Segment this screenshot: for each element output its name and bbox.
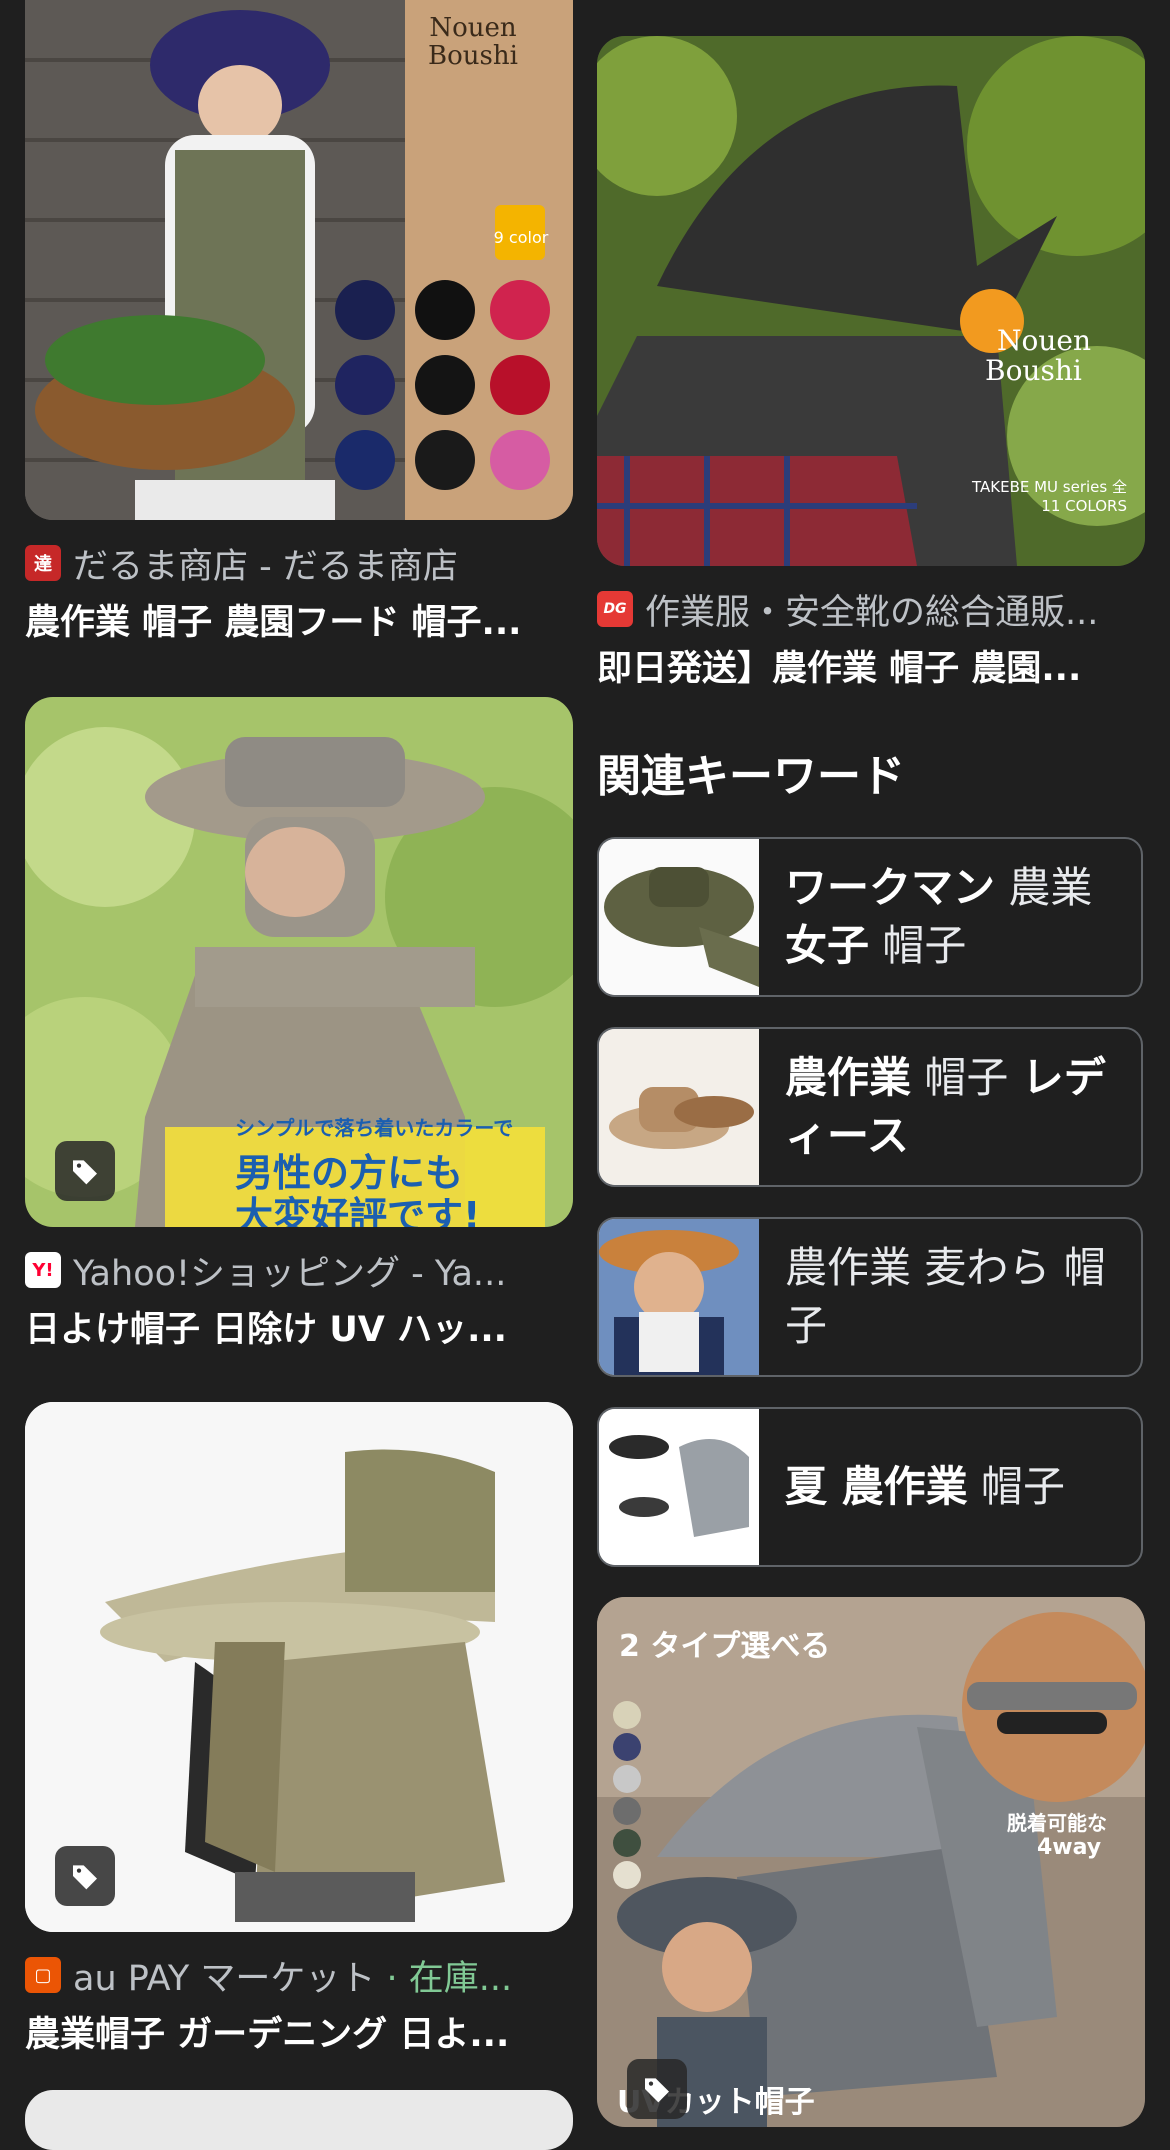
tag-icon (73, 1160, 97, 1185)
result-title[interactable]: 即日発送】農作業 帽子 農園... (597, 640, 1145, 691)
related-keyword-summer[interactable]: 夏 農作業 帽子 (597, 1407, 1143, 1567)
yahoo-icon: Y! (25, 1252, 61, 1288)
related-keyword-workman[interactable]: ワークマン 農業 女子 帽子 (597, 837, 1143, 997)
image-caption: シンプルで落ち着いたカラーで (235, 1116, 514, 1140)
image-caption: 脱着可能な (1007, 1811, 1107, 1835)
related-keyword-ladies[interactable]: 農作業 帽子 レディース (597, 1027, 1143, 1187)
tag-icon (73, 1865, 97, 1890)
image-caption: 2 タイプ選べる (619, 1629, 831, 1664)
keyword-text: 夏 農作業 帽子 (785, 1462, 1065, 1511)
result-card[interactable]: Nouen Boushi TAKEBE MU series 全11 COLORS… (597, 36, 1145, 691)
tag-icon (645, 2078, 669, 2103)
result-source[interactable]: 達 だるま商店 - だるま商店 (25, 542, 573, 584)
related-keywords-heading: 関連キーワード (597, 751, 905, 802)
result-card[interactable]: ▢ au PAY マーケット · 在庫... 農業帽子 ガーデニング 日よ... (25, 1402, 573, 2057)
result-source[interactable]: DG 作業服・安全靴の総合通販... (597, 588, 1145, 630)
keyword-text: 農作業 麦わら 帽子 (785, 1243, 1106, 1350)
result-image[interactable] (25, 2090, 573, 2150)
result-card[interactable]: 2 タイプ選べる 脱着可能な 4way UVカット帽子 (597, 1597, 1145, 2127)
image-caption: 大変好評です! (235, 1194, 481, 1227)
related-keyword-straw[interactable]: 農作業 麦わら 帽子 (597, 1217, 1143, 1377)
result-source[interactable]: ▢ au PAY マーケット · 在庫... (25, 1954, 573, 1996)
keyword-thumbnail (599, 1409, 759, 1565)
result-card[interactable]: Nouen Boushi 9 color 達 だるま商店 - だるま商店 農作業… (25, 0, 573, 645)
source-text: Yahoo!ショッピング - Ya... (73, 1253, 507, 1292)
source-text: au PAY マーケット · 在庫... (73, 1954, 513, 1997)
result-card[interactable] (25, 2090, 573, 2150)
result-image[interactable]: シンプルで落ち着いたカラーで 男性の方にも 大変好評です! (25, 697, 573, 1227)
image-brand-text: Nouen (997, 324, 1091, 357)
image-brand-text: Nouen Boushi (428, 13, 518, 71)
result-source[interactable]: Y! Yahoo!ショッピング - Ya... (25, 1249, 573, 1291)
result-image[interactable]: Nouen Boushi 9 color (25, 0, 573, 520)
keyword-text: 農作業 帽子 レディース (785, 1053, 1106, 1160)
keyword-text: ワークマン 農業 女子 帽子 (785, 863, 1093, 970)
image-caption: 4way (1037, 1835, 1102, 1860)
source-text: 作業服・安全靴の総合通販... (645, 592, 1099, 631)
result-title[interactable]: 農作業 帽子 農園フード 帽子... (25, 594, 573, 645)
image-color-count: 9 color (493, 228, 549, 247)
image-brand-text: Boushi (985, 354, 1082, 387)
result-image[interactable]: Nouen Boushi TAKEBE MU series 全11 COLORS (597, 36, 1145, 566)
result-title[interactable]: 農業帽子 ガーデニング 日よ... (25, 2006, 573, 2057)
shopping-tag-badge (55, 1846, 115, 1906)
shopping-tag-badge (627, 2059, 687, 2119)
result-image[interactable] (25, 1402, 573, 1932)
result-card[interactable]: シンプルで落ち着いたカラーで 男性の方にも 大変好評です! Y! Yahoo!シ… (25, 697, 573, 1352)
keyword-thumbnail (599, 1029, 759, 1185)
keyword-thumbnail (599, 1219, 759, 1375)
result-title[interactable]: 日よけ帽子 日除け UV ハッ... (25, 1301, 573, 1352)
image-series-text: TAKEBE MU series 全11 COLORS (972, 478, 1127, 515)
au-pay-icon: ▢ (25, 1957, 61, 1993)
dg-icon: DG (597, 591, 633, 627)
shopping-tag-badge (55, 1141, 115, 1201)
source-text: だるま商店 - だるま商店 (73, 546, 458, 585)
daruma-icon: 達 (25, 545, 61, 581)
keyword-thumbnail (599, 839, 759, 995)
stock-status: · 在庫... (375, 1958, 513, 1997)
result-image[interactable]: 2 タイプ選べる 脱着可能な 4way UVカット帽子 (597, 1597, 1145, 2127)
